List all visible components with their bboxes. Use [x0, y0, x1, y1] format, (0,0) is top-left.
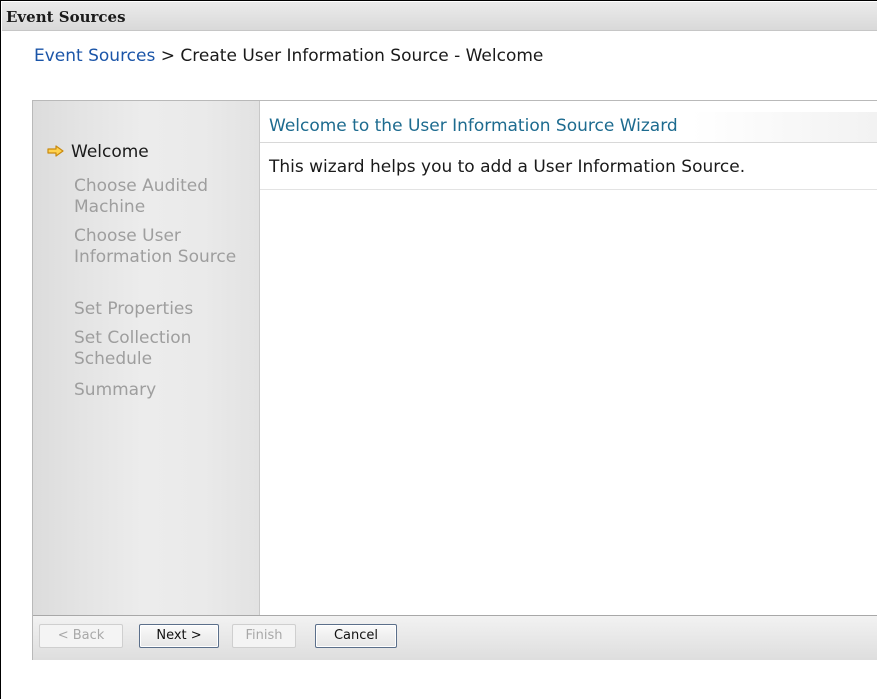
breadcrumb-current: Create User Information Source - Welcome — [180, 46, 544, 66]
cancel-button[interactable]: Cancel — [315, 624, 397, 648]
breadcrumb-separator: > — [155, 46, 181, 66]
window-title: Event Sources — [6, 8, 126, 26]
step-summary: Summary — [74, 380, 157, 400]
step-welcome: Welcome — [47, 142, 227, 163]
back-button[interactable]: < Back — [39, 624, 123, 648]
content-description: This wizard helps you to add a User Info… — [269, 157, 746, 177]
step-choose-user-information-source: Choose User Information Source — [74, 226, 237, 267]
next-button[interactable]: Next > — [139, 624, 219, 648]
app-frame: Event Sources Event Sources > Create Use… — [0, 0, 877, 699]
finish-button[interactable]: Finish — [232, 624, 296, 648]
step-set-collection-schedule: Set Collection Schedule — [74, 328, 192, 369]
wizard-button-bar: < Back Next > Finish Cancel — [33, 615, 877, 660]
content-title: Welcome to the User Information Source W… — [269, 116, 678, 136]
wizard-panel: Welcome Choose Audited Machine Choose Us… — [32, 100, 877, 660]
content-header: Welcome to the User Information Source W… — [260, 112, 877, 143]
breadcrumb-link-event-sources[interactable]: Event Sources — [34, 46, 155, 66]
wizard-steps: Welcome Choose Audited Machine Choose Us… — [33, 101, 260, 615]
title-bar: Event Sources — [2, 2, 877, 31]
step-label: Welcome — [71, 142, 149, 162]
content-divider — [260, 189, 877, 190]
step-set-properties: Set Properties — [74, 299, 194, 319]
breadcrumb: Event Sources > Create User Information … — [34, 46, 543, 66]
arrow-right-icon — [47, 142, 65, 157]
step-choose-audited-machine: Choose Audited Machine — [74, 176, 208, 217]
